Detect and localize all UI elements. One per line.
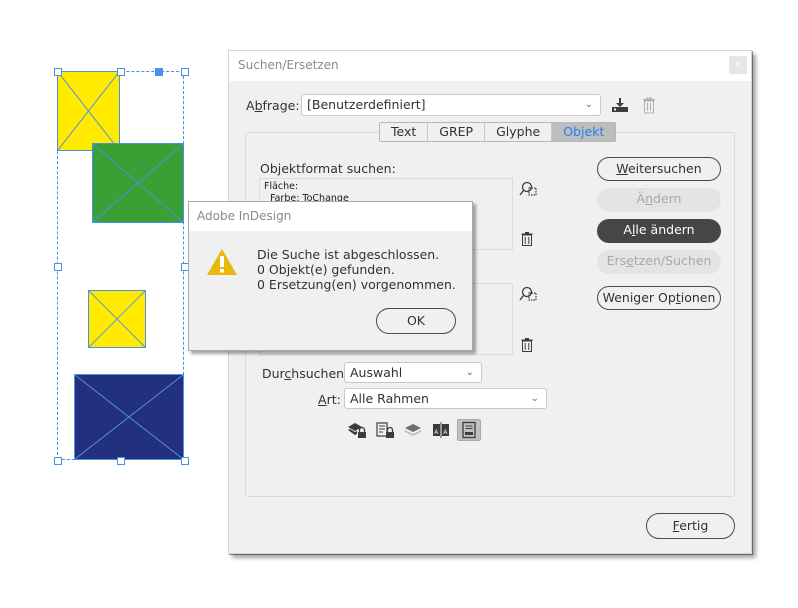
- button-text: ionen: [680, 290, 716, 305]
- include-master-pages-icon: A A: [433, 422, 449, 438]
- change-find-button[interactable]: Ersetzen/Suchen: [597, 250, 721, 274]
- ok-button[interactable]: OK: [376, 308, 456, 334]
- save-query-icon: [612, 98, 628, 112]
- button-text: A: [623, 222, 632, 237]
- search-mode-tabs: Text GREP Glyphe Objekt: [379, 122, 617, 142]
- button-text: le ändern: [635, 222, 695, 237]
- include-hidden-layers-icon: [404, 424, 422, 436]
- label-text: Dur: [262, 366, 285, 381]
- clear-change-format-button[interactable]: [518, 335, 536, 355]
- change-all-button[interactable]: Alle ändern: [597, 219, 721, 243]
- close-button[interactable]: x: [729, 56, 747, 74]
- alert-message: Die Suche ist abgeschlossen. 0 Objekt(e)…: [257, 247, 456, 292]
- format-search-icon: [519, 181, 537, 196]
- delete-query-button[interactable]: [639, 95, 659, 115]
- yellow-frame-small[interactable]: [88, 290, 146, 348]
- include-locked-layers-icon: [348, 423, 366, 438]
- search-complete-alert: Adobe InDesign Die Suche ist abgeschloss…: [188, 201, 473, 351]
- fewer-options-button[interactable]: Weniger Optionen: [597, 286, 721, 310]
- specify-change-format-button[interactable]: [518, 284, 538, 304]
- blue-frame[interactable]: [74, 374, 184, 460]
- query-select[interactable]: [Benutzerdefiniert] ⌄: [301, 94, 601, 116]
- button-accesskey: W: [616, 161, 628, 176]
- find-format-label: Objektformat suchen:: [260, 161, 396, 176]
- label-text: hsuchen:: [291, 366, 349, 381]
- placeholder-cross-icon: [75, 375, 183, 459]
- selection-handle-top-middle[interactable]: [117, 68, 125, 76]
- button-text: dern: [653, 191, 682, 206]
- change-button[interactable]: Ändern: [597, 188, 721, 212]
- search-options-toolbar: A A: [345, 419, 481, 441]
- button-text: Ä: [636, 191, 646, 206]
- button-text: Weniger Op: [602, 290, 676, 305]
- tab-text[interactable]: Text: [380, 123, 429, 141]
- save-query-button[interactable]: [609, 95, 631, 115]
- chevron-down-icon: ⌄: [584, 99, 593, 110]
- label-text: frage:: [262, 98, 300, 113]
- type-label: Art:: [318, 392, 341, 407]
- button-text: eitersuchen: [627, 161, 702, 176]
- chevron-down-icon: ⌄: [530, 393, 539, 404]
- done-button[interactable]: Fertig: [646, 513, 735, 539]
- selection-handle-bottom-middle[interactable]: [117, 457, 125, 465]
- format-search-icon: [519, 286, 537, 301]
- placeholder-cross-icon: [89, 291, 145, 347]
- selection-handle-top-left[interactable]: [54, 68, 62, 76]
- include-locked-objects-icon: [376, 422, 394, 438]
- button-accesskey: n: [645, 191, 654, 206]
- trash-icon: [521, 338, 533, 352]
- button-text: ertig: [679, 518, 709, 533]
- placeholder-cross-icon: [58, 72, 119, 150]
- tab-grep[interactable]: GREP: [428, 123, 486, 141]
- query-label: Abfrage:: [246, 98, 300, 113]
- selection-handle-bottom-right[interactable]: [181, 457, 189, 465]
- alert-message-line: Die Suche ist abgeschlossen.: [257, 247, 440, 262]
- trash-icon: [521, 232, 533, 246]
- dialog-title: Suchen/Ersetzen: [238, 58, 339, 72]
- specify-find-format-button[interactable]: [518, 179, 538, 199]
- button-text: tzen/Suchen: [633, 253, 712, 268]
- selection-handle-middle-left[interactable]: [54, 263, 62, 271]
- alert-message-line: 0 Ersetzung(en) vorgenommen.: [257, 277, 456, 292]
- type-select[interactable]: Alle Rahmen ⌄: [344, 388, 547, 409]
- chevron-down-icon: ⌄: [465, 367, 474, 378]
- include-footnotes-toggle[interactable]: [457, 419, 481, 441]
- include-footnotes-icon: [462, 421, 476, 439]
- dialog-titlebar[interactable]: Suchen/Ersetzen x: [229, 51, 751, 81]
- alert-title: Adobe InDesign: [197, 209, 292, 223]
- selection-handle-top-right[interactable]: [181, 68, 189, 76]
- query-value: [Benutzerdefiniert]: [307, 97, 426, 112]
- type-value: Alle Rahmen: [350, 391, 429, 406]
- label-accesskey: b: [254, 98, 263, 113]
- button-accesskey: e: [626, 253, 634, 268]
- alert-titlebar[interactable]: Adobe InDesign: [189, 202, 472, 231]
- selection-handle-bottom-left[interactable]: [54, 457, 62, 465]
- clear-find-format-button[interactable]: [518, 229, 536, 249]
- label-text: A: [246, 98, 255, 113]
- green-frame[interactable]: [92, 143, 184, 223]
- warning-icon: [207, 249, 237, 275]
- include-locked-layers-toggle[interactable]: [345, 419, 369, 441]
- yellow-frame-top[interactable]: [57, 71, 120, 151]
- delete-query-icon: [643, 96, 655, 113]
- placeholder-cross-icon: [93, 144, 183, 222]
- find-format-line: Fläche:: [264, 181, 299, 192]
- label-accesskey: A: [318, 392, 327, 407]
- tab-object[interactable]: Objekt: [552, 123, 616, 141]
- label-text: rt:: [326, 392, 341, 407]
- search-in-label: Durchsuchen:: [262, 366, 348, 381]
- tab-glyph[interactable]: Glyphe: [485, 123, 553, 141]
- alert-message-line: 0 Objekt(e) gefunden.: [257, 262, 395, 277]
- search-in-select[interactable]: Auswahl ⌄: [344, 362, 482, 383]
- button-text: Ers: [606, 253, 627, 268]
- include-locked-objects-toggle[interactable]: [373, 419, 397, 441]
- include-master-pages-toggle[interactable]: A A: [429, 419, 453, 441]
- reference-point-handle[interactable]: [155, 68, 163, 76]
- include-hidden-layers-toggle[interactable]: [401, 419, 425, 441]
- find-next-button[interactable]: Weitersuchen: [597, 157, 721, 181]
- search-in-value: Auswahl: [350, 365, 403, 380]
